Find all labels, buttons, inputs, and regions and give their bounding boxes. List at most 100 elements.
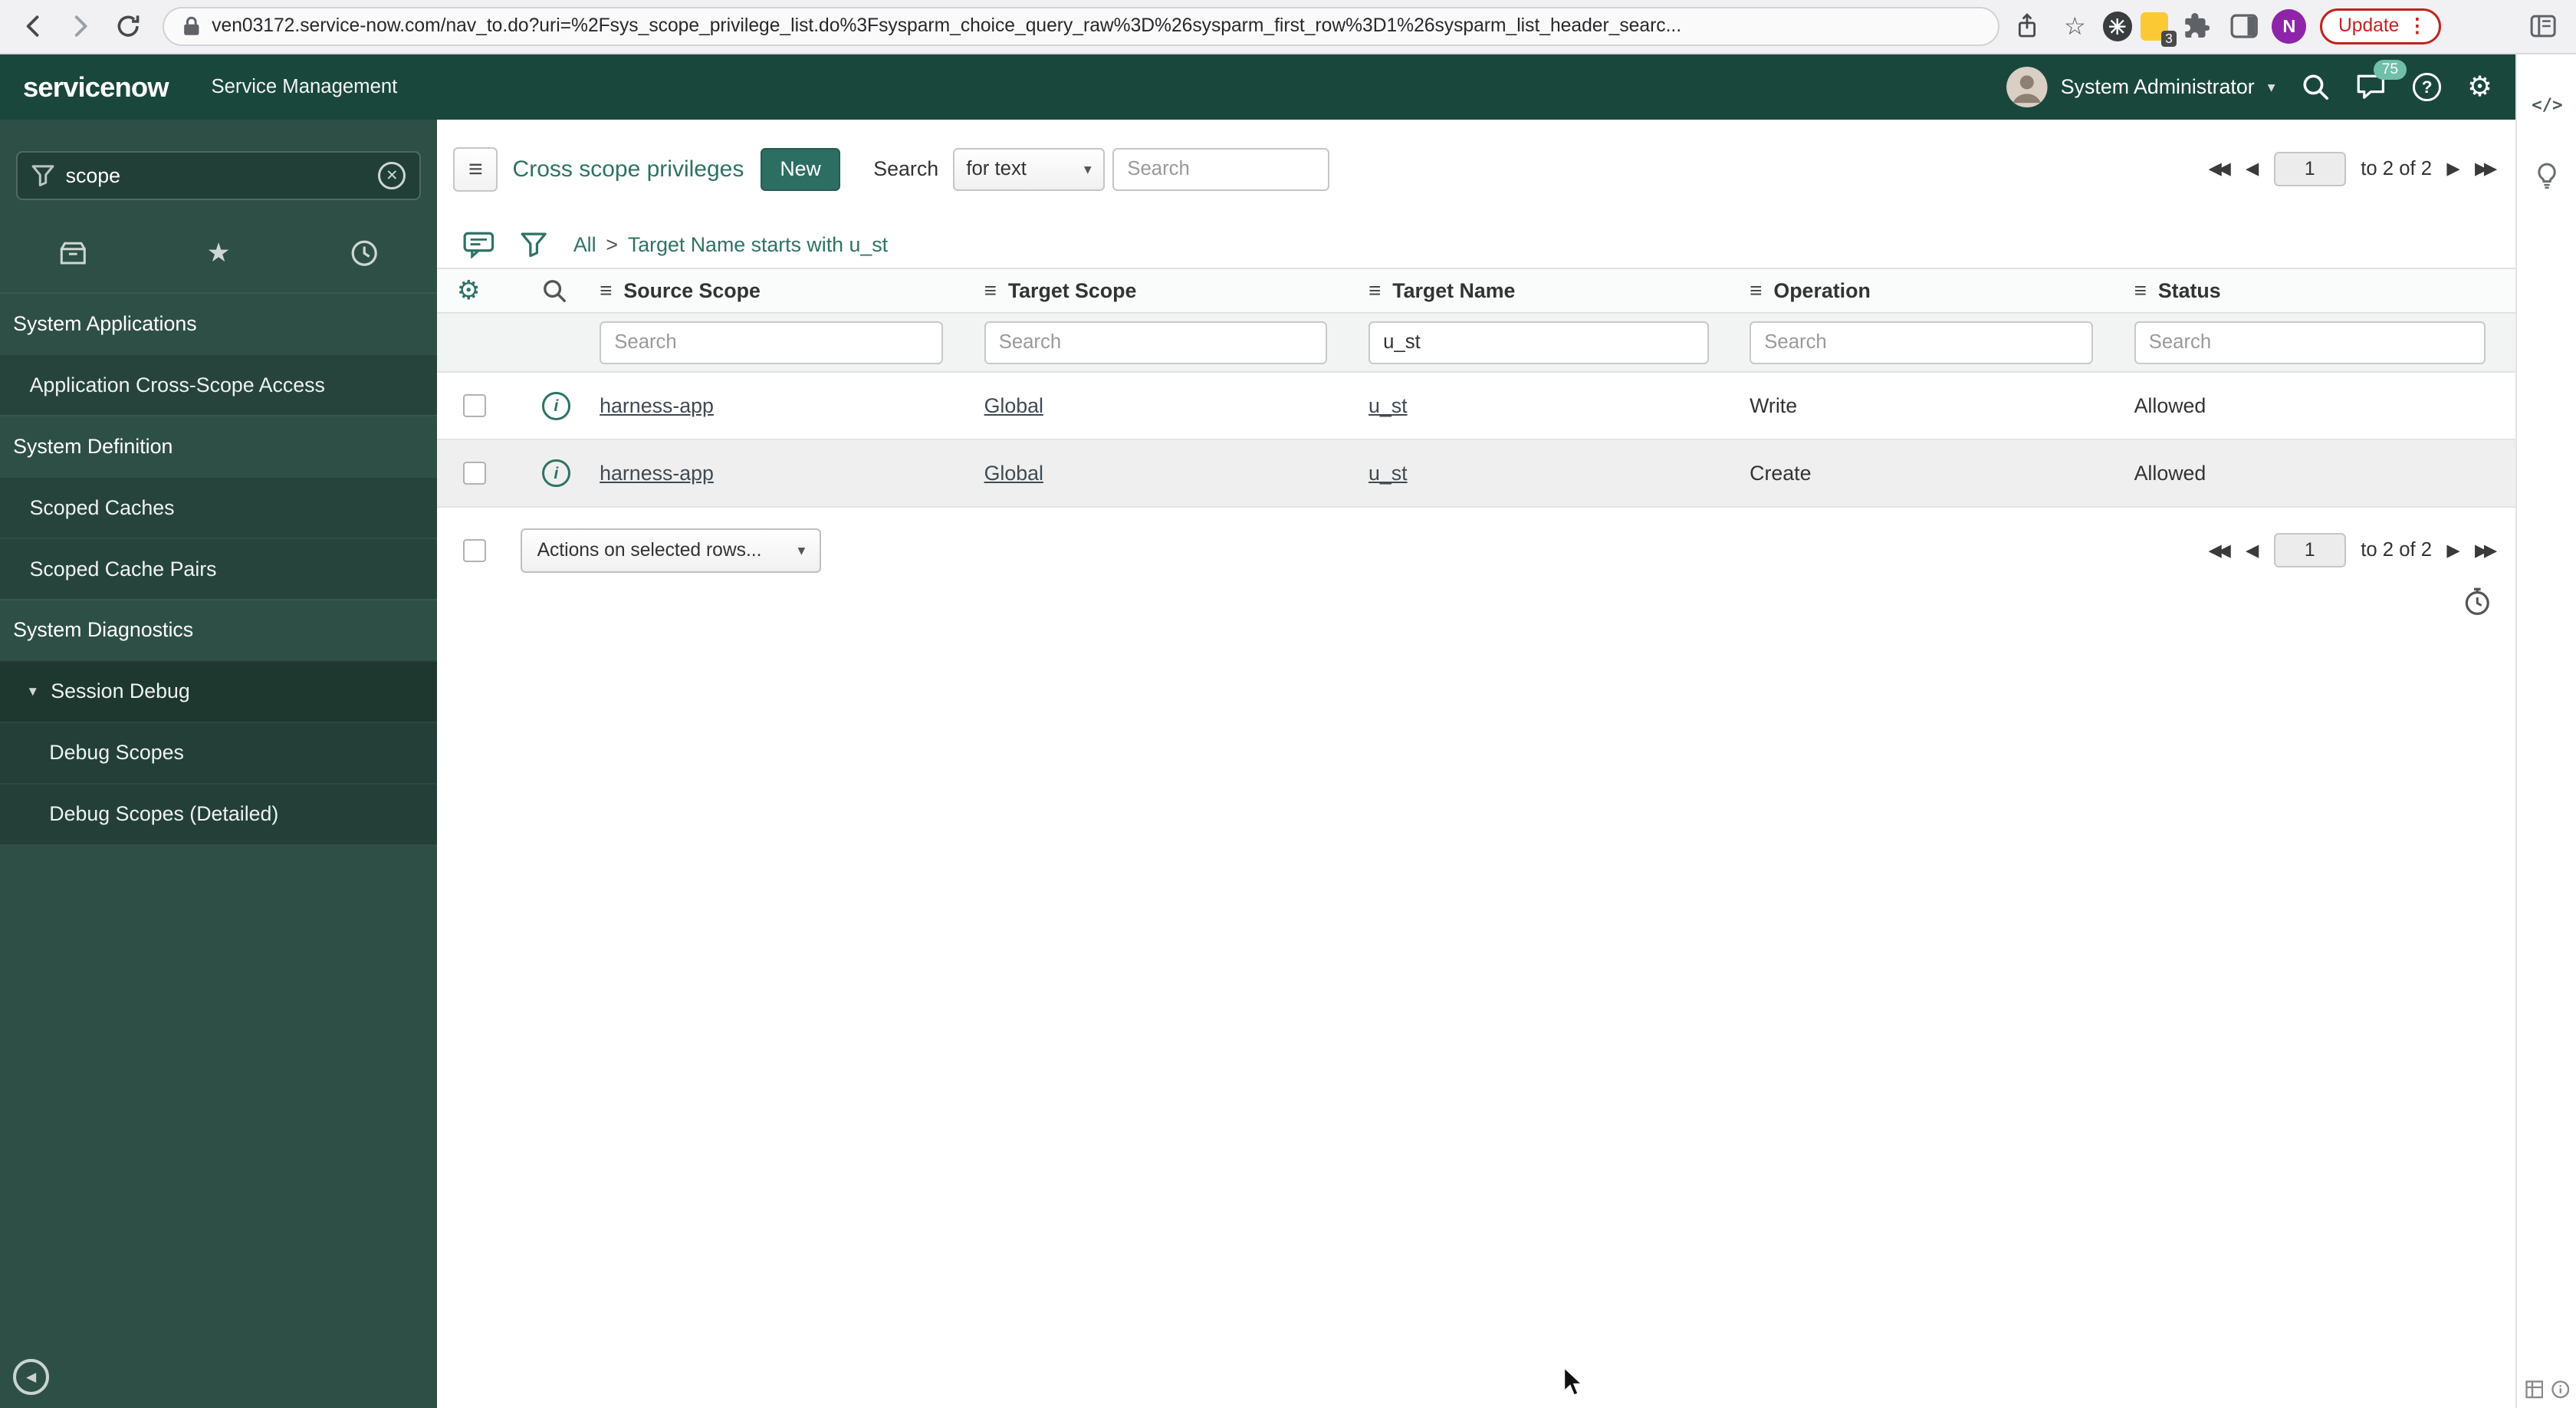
- nav-item-system-diagnostics[interactable]: System Diagnostics: [0, 599, 437, 660]
- list-search-input[interactable]: [1112, 147, 1330, 191]
- filter-input-status[interactable]: [2134, 321, 2486, 364]
- address-bar[interactable]: ven03172.service-now.com/nav_to.do?uri=%…: [163, 6, 1999, 47]
- browser-forward-icon[interactable]: [61, 7, 100, 46]
- row-checkbox[interactable]: [463, 462, 487, 485]
- nav-item-system-applications[interactable]: System Applications: [0, 292, 437, 354]
- lock-icon[interactable]: [182, 15, 201, 37]
- cell-operation: Write: [1750, 393, 1798, 417]
- previous-page-button[interactable]: ◀: [2246, 160, 2259, 178]
- link-target-scope[interactable]: Global: [984, 462, 1043, 485]
- next-page-button[interactable]: ▶: [2446, 541, 2459, 560]
- lightbulb-icon[interactable]: [2517, 163, 2576, 189]
- settings-gear-icon[interactable]: ⚙: [2467, 73, 2492, 100]
- personalize-list-gear-icon[interactable]: ⚙: [457, 278, 481, 304]
- column-header-status[interactable]: ≡ Status: [2123, 278, 2515, 303]
- browser-menu-icon[interactable]: ⋮: [2407, 15, 2427, 38]
- right-sidebar: </>: [2515, 54, 2576, 1408]
- browser-sidebar-toggle-icon[interactable]: [2524, 7, 2563, 46]
- link-target-scope[interactable]: Global: [984, 394, 1043, 417]
- record-preview-icon[interactable]: i: [542, 459, 570, 488]
- bookmark-star-icon[interactable]: ☆: [2055, 7, 2095, 46]
- user-avatar[interactable]: [2006, 66, 2048, 108]
- layout-grid-icon[interactable]: [2525, 1380, 2544, 1399]
- extension-icon-dark[interactable]: [2102, 12, 2133, 41]
- side-panel-icon[interactable]: [2224, 7, 2263, 46]
- list-toolbar: ≡ Cross scope privileges New Search for …: [437, 143, 2515, 196]
- last-page-button[interactable]: ▶▶: [2475, 160, 2497, 178]
- tab-all-applications[interactable]: [0, 225, 146, 281]
- list-title[interactable]: Cross scope privileges: [513, 156, 744, 183]
- column-header-operation[interactable]: ≡ Operation: [1738, 278, 2122, 303]
- filter-input-target-name[interactable]: [1368, 321, 1709, 364]
- breadcrumb-all-link[interactable]: All: [573, 233, 596, 257]
- link-source-scope[interactable]: harness-app: [600, 394, 714, 417]
- pagination-top: ◀◀ ◀ to 2 of 2 ▶ ▶▶: [2209, 152, 2498, 187]
- browser-reload-icon[interactable]: [108, 7, 147, 46]
- filter-input-operation[interactable]: [1750, 321, 2094, 364]
- breadcrumb-filter-link[interactable]: Target Name starts with u_st: [628, 233, 888, 257]
- row-checkbox[interactable]: [463, 394, 487, 418]
- filter-builder-icon[interactable]: [521, 232, 547, 258]
- global-search-icon[interactable]: [2302, 73, 2329, 100]
- column-menu-icon[interactable]: ≡: [2134, 278, 2147, 303]
- header-actions: System Administrator ▾ 75 ? ⚙: [2006, 60, 2492, 108]
- column-header-target-scope[interactable]: ≡ Target Scope: [973, 278, 1357, 303]
- column-menu-icon[interactable]: ≡: [984, 278, 997, 303]
- list-refresh-timer-icon[interactable]: [2463, 587, 2492, 617]
- nav-item-debug-scopes-detailed[interactable]: Debug Scopes (Detailed): [0, 782, 437, 844]
- info-circle-icon[interactable]: [2551, 1380, 2570, 1399]
- browser-back-icon[interactable]: [13, 7, 52, 46]
- list-context-menu-button[interactable]: ≡: [453, 146, 498, 192]
- select-all-checkbox[interactable]: [463, 538, 487, 562]
- previous-page-button[interactable]: ◀: [2246, 541, 2259, 560]
- nav-item-scoped-cache-pairs[interactable]: Scoped Cache Pairs: [0, 538, 437, 600]
- tab-favorites[interactable]: ★: [146, 225, 291, 281]
- sidebar-collapse-button[interactable]: ◀: [13, 1359, 50, 1396]
- records-table: ⚙ ≡ Source Scope ≡ Target Scope ≡ Target Na…: [437, 268, 2515, 580]
- nav-item-system-definition[interactable]: System Definition: [0, 415, 437, 477]
- column-header-target-name[interactable]: ≡ Target Name: [1357, 278, 1738, 303]
- extension-badge: 3: [2160, 30, 2177, 48]
- list-search-icon[interactable]: [542, 278, 567, 303]
- share-icon[interactable]: [2008, 7, 2047, 46]
- link-target-name[interactable]: u_st: [1368, 462, 1408, 485]
- column-header-source-scope[interactable]: ≡ Source Scope: [588, 278, 972, 303]
- column-menu-icon[interactable]: ≡: [1368, 278, 1381, 303]
- nav-item-scoped-caches[interactable]: Scoped Caches: [0, 476, 437, 538]
- breadcrumb: All > Target Name starts with u_st: [437, 222, 888, 268]
- clear-filter-icon[interactable]: ✕: [378, 162, 406, 190]
- search-type-select[interactable]: for text ▾: [953, 147, 1105, 191]
- navigator-filter-input[interactable]: [65, 163, 366, 188]
- nav-item-session-debug[interactable]: ▼ Session Debug: [0, 660, 437, 722]
- update-label: Update: [2338, 15, 2400, 37]
- filter-input-source-scope[interactable]: [600, 321, 943, 364]
- browser-update-button[interactable]: Update ⋮: [2319, 8, 2441, 44]
- nav-item-application-cross-scope-access[interactable]: Application Cross-Scope Access: [0, 354, 437, 416]
- link-target-name[interactable]: u_st: [1368, 394, 1408, 417]
- servicenow-logo[interactable]: servicenow: [23, 71, 169, 104]
- link-source-scope[interactable]: harness-app: [600, 462, 714, 485]
- first-page-button[interactable]: ◀◀: [2209, 160, 2231, 178]
- column-menu-icon[interactable]: ≡: [600, 278, 612, 303]
- next-page-button[interactable]: ▶: [2446, 160, 2459, 178]
- code-icon[interactable]: </>: [2517, 95, 2576, 115]
- page-number-input[interactable]: [2273, 152, 2346, 187]
- extensions-puzzle-icon[interactable]: [2177, 7, 2216, 46]
- help-icon[interactable]: ?: [2413, 73, 2441, 101]
- filter-input-target-scope[interactable]: [984, 321, 1328, 364]
- chevron-down-icon: ▾: [1083, 161, 1092, 178]
- first-page-button[interactable]: ◀◀: [2209, 541, 2231, 560]
- tab-history[interactable]: [291, 225, 437, 281]
- connect-chat-icon[interactable]: 75: [2355, 60, 2407, 100]
- extension-icon-yellow[interactable]: 3: [2141, 12, 2177, 48]
- record-preview-icon[interactable]: i: [542, 392, 570, 420]
- last-page-button[interactable]: ▶▶: [2475, 541, 2497, 560]
- new-button[interactable]: New: [760, 147, 841, 191]
- browser-profile-avatar[interactable]: N: [2272, 8, 2307, 44]
- user-menu[interactable]: System Administrator ▾: [2006, 66, 2275, 108]
- activity-stream-icon[interactable]: [463, 231, 495, 259]
- page-number-input[interactable]: [2273, 533, 2346, 568]
- actions-select[interactable]: Actions on selected rows... ▾: [521, 528, 822, 573]
- column-menu-icon[interactable]: ≡: [1750, 278, 1762, 303]
- nav-item-debug-scopes[interactable]: Debug Scopes: [0, 721, 437, 783]
